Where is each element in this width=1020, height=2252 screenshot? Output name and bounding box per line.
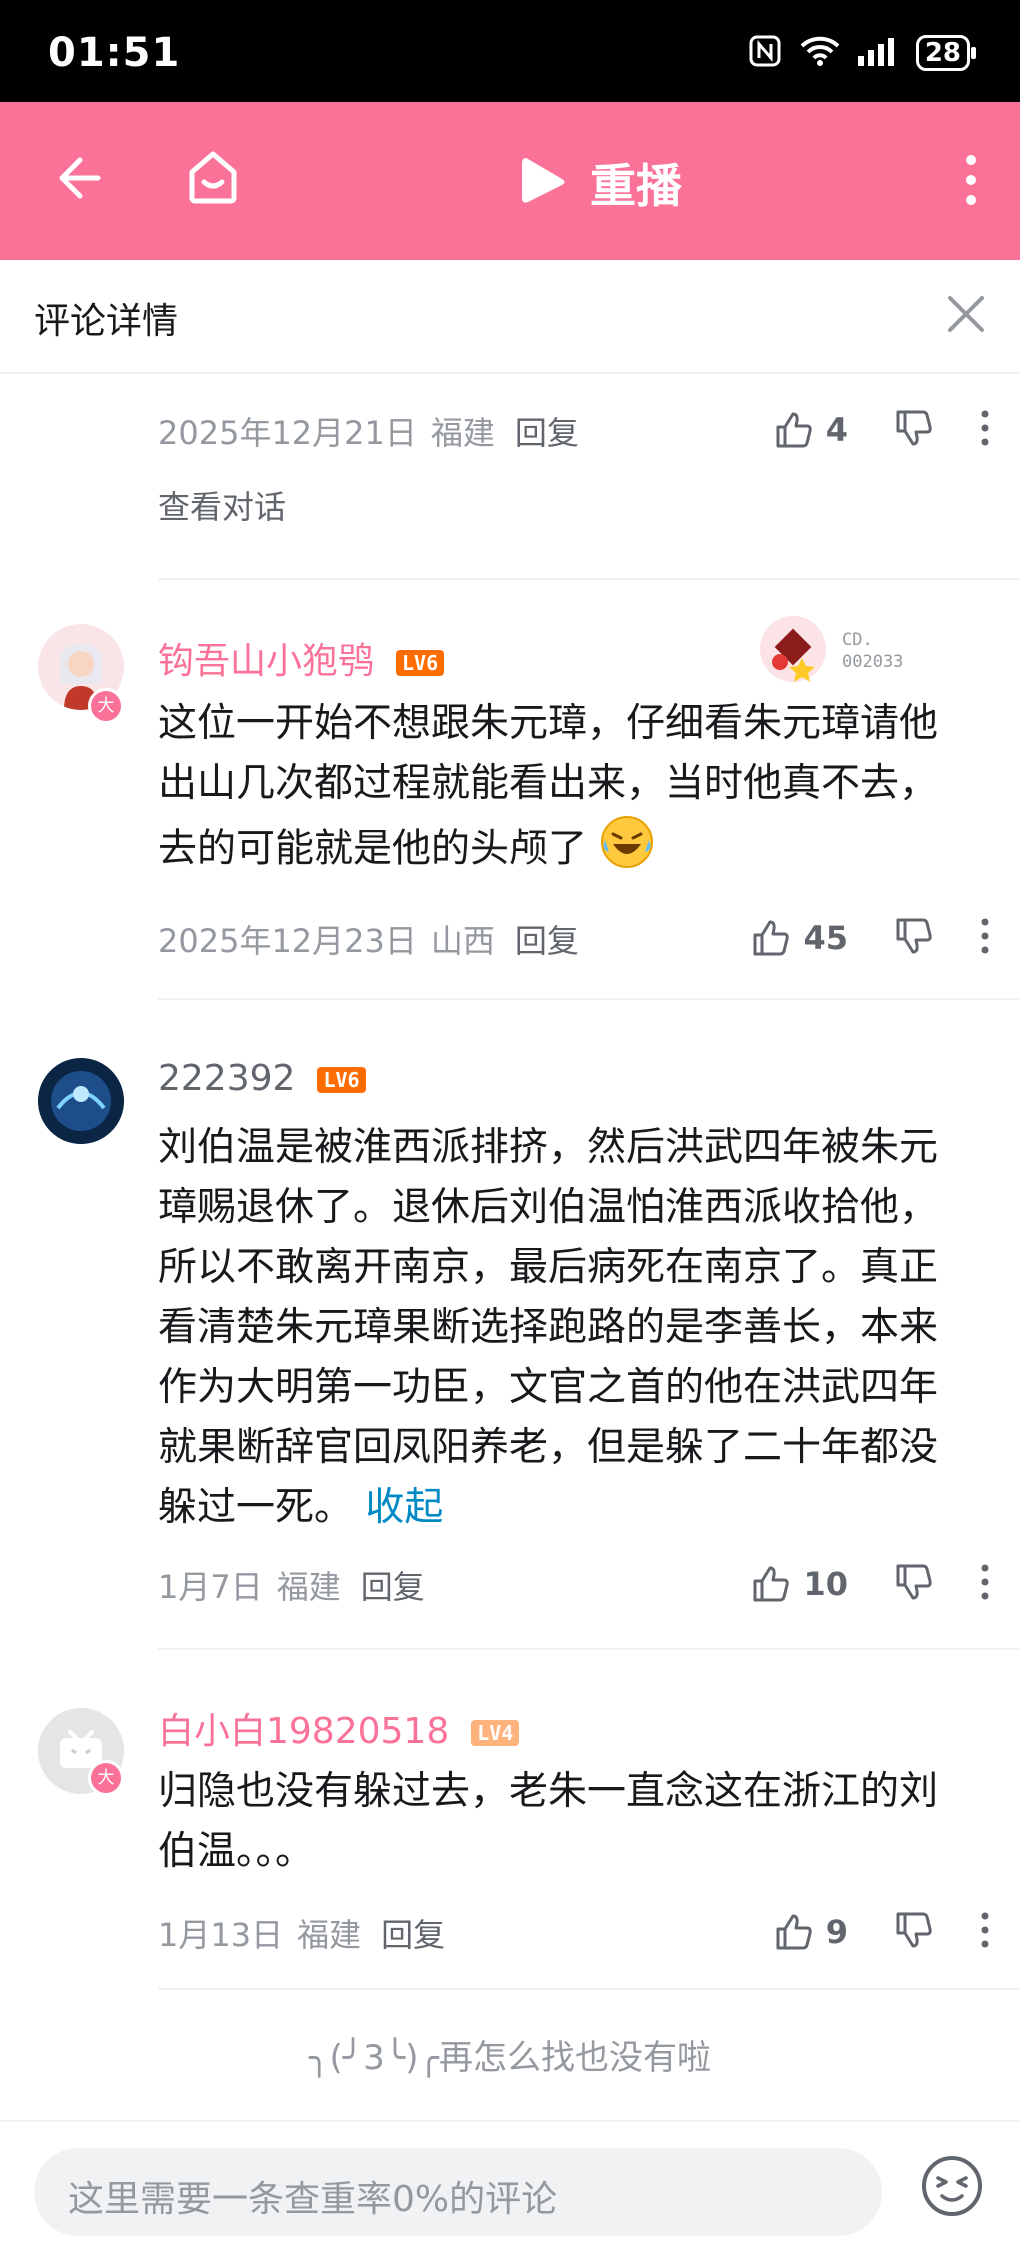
fan-badge-icon <box>758 614 828 688</box>
more-vertical-icon[interactable] <box>980 410 990 450</box>
comment-actions: 45 <box>751 916 990 960</box>
reply-actions: 4 <box>774 408 990 452</box>
divider <box>158 1648 1020 1650</box>
more-vertical-icon[interactable] <box>964 154 978 210</box>
reply-location: 福建 <box>430 414 495 452</box>
play-icon <box>518 154 568 212</box>
nfc-icon <box>748 34 782 72</box>
username-text: 白小白19820518 <box>158 1711 450 1752</box>
more-vertical-icon[interactable] <box>980 918 990 958</box>
battery-icon: 28 <box>915 35 977 71</box>
status-bar: 01:51 28 <box>0 0 1020 102</box>
comment-input[interactable]: 这里需要一条查重率0%的评论 <box>34 2148 882 2236</box>
wifi-icon <box>800 35 840 71</box>
close-icon[interactable] <box>942 290 990 342</box>
back-arrow-icon[interactable] <box>52 152 104 208</box>
comment-username[interactable]: 钩吾山小狍鸮 LV6 <box>158 632 445 684</box>
thumbs-up-icon <box>753 1566 790 1602</box>
comment-body: 这位一开始不想跟朱元璋，仔细看朱元璋请他出山几次都过程就能看出来，当时他真不去，… <box>158 701 939 872</box>
reply-date: 2025年12月21日 <box>158 414 417 452</box>
level-badge: LV6 <box>317 1067 366 1093</box>
divider <box>158 998 1020 1000</box>
emoji-icon[interactable] <box>920 2154 984 2222</box>
thumbs-down-icon[interactable] <box>894 1562 934 1606</box>
replay-button[interactable]: 重播 <box>518 150 682 216</box>
username-text: 222392 <box>158 1058 296 1099</box>
level-badge: LV4 <box>471 1720 520 1746</box>
like-button[interactable]: 4 <box>774 410 848 450</box>
like-count: 10 <box>803 1565 848 1603</box>
reply-button[interactable]: 回复 <box>515 408 579 454</box>
view-conversation-link[interactable]: 查看对话 <box>158 482 286 528</box>
comment-text: 刘伯温是被淮西派排挤，然后洪武四年被朱元璋赐退休了。退休后刘伯温怕淮西派收拾他，… <box>158 1118 968 1538</box>
comment-text: 这位一开始不想跟朱元璋，仔细看朱元璋请他出山几次都过程就能看出来，当时他真不去，… <box>158 694 968 888</box>
end-of-list-hint: ╮(╯3╰)╭再怎么找也没有啦 <box>308 2038 712 2078</box>
level-badge: LV6 <box>396 650 445 676</box>
divider <box>158 578 1020 580</box>
comment-text: 归隐也没有躲过去，老朱一直念这在浙江的刘伯温。。。 <box>158 1762 968 1882</box>
comment-date: 1月7日 <box>158 1568 263 1606</box>
thumbs-down-icon[interactable] <box>894 1910 934 1954</box>
collapse-link[interactable]: 收起 <box>365 1485 443 1530</box>
like-count: 45 <box>803 919 848 957</box>
avatar[interactable] <box>38 1058 124 1144</box>
comment-date: 2025年12月23日 <box>158 922 417 960</box>
panel-title: 评论详情 <box>34 301 179 342</box>
like-button[interactable]: 9 <box>774 1912 848 1952</box>
replay-label: 重播 <box>590 159 682 213</box>
comment-username[interactable]: 222392 LV6 <box>158 1058 366 1099</box>
comment-date: 1月13日 <box>158 1916 284 1954</box>
thumbs-down-icon[interactable] <box>894 916 934 960</box>
reply-button[interactable]: 回复 <box>361 1562 425 1608</box>
comment-detail-header: 评论详情 <box>0 260 1020 374</box>
signal-icon <box>857 36 898 70</box>
fan-badge[interactable]: CD. 002033 <box>758 614 903 688</box>
comment-username[interactable]: 白小白19820518 LV4 <box>158 1702 520 1754</box>
thumbs-up-icon <box>776 412 812 448</box>
status-icons: 28 <box>748 34 977 72</box>
thumbs-down-icon[interactable] <box>894 408 934 452</box>
comment-location: 福建 <box>297 1916 362 1954</box>
comment-meta: 1月13日 福建 回复 <box>158 1910 445 1956</box>
home-icon[interactable] <box>184 148 242 210</box>
fan-badge-code: CD. 002033 <box>842 630 904 672</box>
reply-button[interactable]: 回复 <box>381 1910 445 1956</box>
reply-meta: 2025年12月21日 福建 回复 <box>158 408 579 454</box>
thumbs-up-icon <box>776 1914 812 1950</box>
comment-actions: 10 <box>751 1562 990 1606</box>
more-vertical-icon[interactable] <box>980 1564 990 1604</box>
more-vertical-icon[interactable] <box>980 1912 990 1952</box>
comment-body: 归隐也没有躲过去，老朱一直念这在浙江的刘伯温。。。 <box>158 1769 939 1874</box>
like-button[interactable]: 10 <box>751 1564 848 1604</box>
comment-input-bar: 这里需要一条查重率0%的评论 <box>0 2120 1020 2252</box>
divider <box>158 1988 1020 1990</box>
avatar-badge: 大 <box>88 1760 124 1796</box>
comment-location: 福建 <box>276 1568 341 1606</box>
comment-actions: 9 <box>774 1910 990 1954</box>
video-top-bar: 重播 <box>0 102 1020 260</box>
username-text: 钩吾山小狍鸮 <box>158 641 375 682</box>
like-count: 4 <box>825 411 848 449</box>
like-button[interactable]: 45 <box>751 918 848 958</box>
laughing-emoji-icon <box>599 814 655 888</box>
thumbs-up-icon <box>753 920 790 956</box>
comment-input-placeholder: 这里需要一条查重率0%的评论 <box>68 2179 558 2220</box>
comment-location: 山西 <box>430 922 495 960</box>
status-time: 01:51 <box>48 30 181 76</box>
comment-meta: 1月7日 福建 回复 <box>158 1562 425 1608</box>
reply-button[interactable]: 回复 <box>515 916 579 962</box>
comment-body: 刘伯温是被淮西派排挤，然后洪武四年被朱元璋赐退休了。退休后刘伯温怕淮西派收拾他，… <box>158 1125 939 1530</box>
comment-meta: 2025年12月23日 山西 回复 <box>158 916 579 962</box>
like-count: 9 <box>825 1913 848 1951</box>
avatar-badge: 大 <box>88 688 124 724</box>
